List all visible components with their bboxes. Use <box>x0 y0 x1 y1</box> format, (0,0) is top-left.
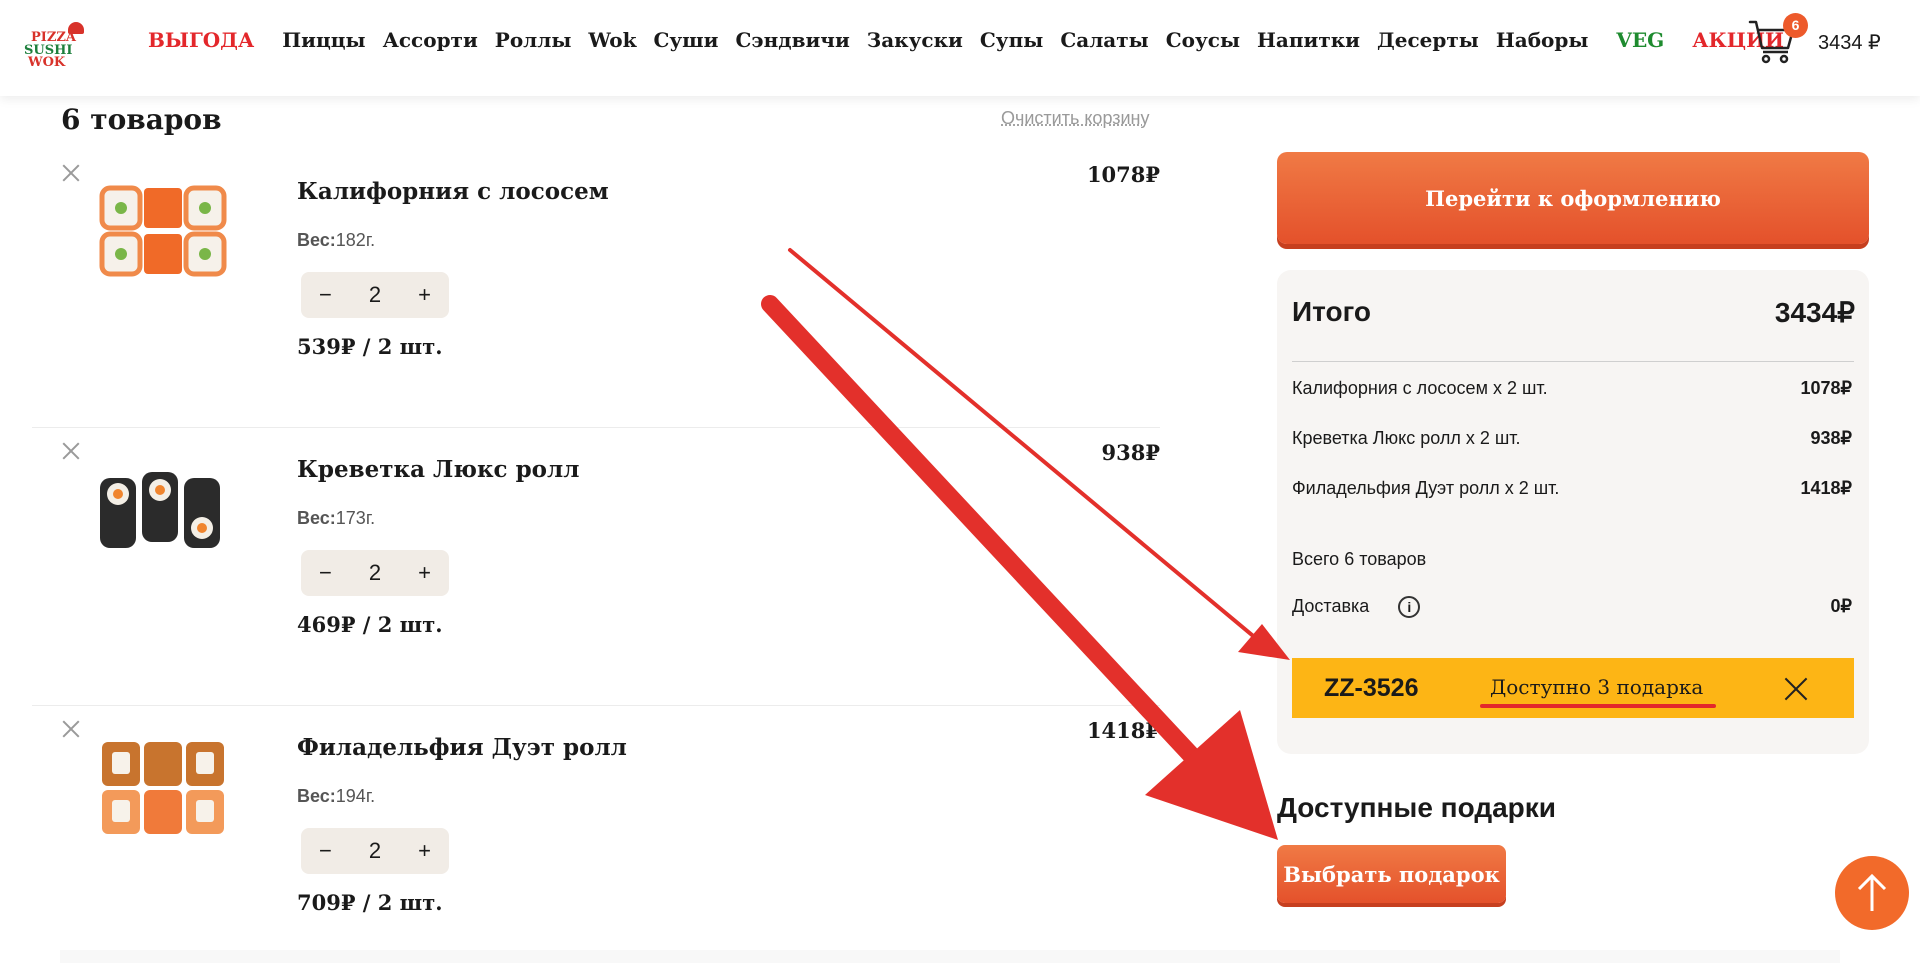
delivery-label: Доставка <box>1292 596 1370 616</box>
close-icon[interactable] <box>1784 677 1808 701</box>
order-summary: Итого 3434₽ Калифорния с лососем x 2 шт.… <box>1277 270 1869 754</box>
delivery-line: Доставка i 0₽ <box>1292 596 1852 619</box>
item-price: 938₽ <box>1101 440 1160 465</box>
increase-button[interactable]: + <box>418 282 431 308</box>
total-value: 3434₽ <box>1774 297 1855 328</box>
summary-line-value: 1078₽ <box>1800 378 1853 398</box>
nav-rolls[interactable]: Роллы <box>495 28 572 52</box>
cart-total[interactable]: 3434 ₽ <box>1818 30 1881 55</box>
summary-line: Креветка Люкс ролл x 2 шт. 938₽ <box>1292 428 1852 449</box>
summary-line: Калифорния с лососем x 2 шт. 1078₽ <box>1292 378 1852 399</box>
promo-highlight-underline <box>1480 704 1716 708</box>
nav-wok[interactable]: Wok <box>588 28 636 52</box>
summary-line-label: Калифорния с лососем x 2 шт. <box>1292 378 1548 398</box>
summary-line-label: Креветка Люкс ролл x 2 шт. <box>1292 428 1521 448</box>
delivery-value: 0₽ <box>1830 596 1852 616</box>
remove-item-icon[interactable] <box>62 164 80 182</box>
unit-price: 539₽ / 2 шт. <box>297 334 443 359</box>
remove-item-icon[interactable] <box>62 442 80 460</box>
cart-item: Креветка Люкс ролл Вес:173г. − 2 + 469₽ … <box>32 428 1160 706</box>
info-icon[interactable]: i <box>1398 596 1421 619</box>
quantity-stepper: − 2 + <box>301 828 449 874</box>
product-image-california <box>99 185 227 277</box>
nav-vygoda[interactable]: ВЫГОДА <box>148 28 254 52</box>
summary-divider <box>1292 361 1854 362</box>
quantity-value: 2 <box>368 560 382 585</box>
remove-item-icon[interactable] <box>62 720 80 738</box>
nav-sauces[interactable]: Соусы <box>1166 28 1240 52</box>
product-name[interactable]: Креветка Люкс ролл <box>297 456 579 483</box>
nav-assorti[interactable]: Ассорти <box>383 28 478 52</box>
increase-button[interactable]: + <box>418 838 431 864</box>
product-image-shrimp <box>100 472 220 548</box>
decrease-button[interactable]: − <box>319 282 332 308</box>
summary-line-value: 1418₽ <box>1800 478 1853 498</box>
cart-item: Филадельфия Дуэт ролл Вес:194г. − 2 + 70… <box>32 706 1160 951</box>
nav-soups[interactable]: Супы <box>980 28 1043 52</box>
nav-pizza[interactable]: Пиццы <box>282 28 365 52</box>
gifts-title: Доступные подарки <box>1277 792 1556 823</box>
product-name[interactable]: Филадельфия Дуэт ролл <box>297 734 627 761</box>
site-logo[interactable]: PIZZA SUSHI WOK <box>22 20 84 72</box>
items-total: Всего 6 товаров <box>1292 549 1427 569</box>
nav-sandwiches[interactable]: Сэндвичи <box>736 28 850 52</box>
nav-veg[interactable]: VEG <box>1616 28 1664 52</box>
checkout-button[interactable]: Перейти к оформлению <box>1277 152 1869 244</box>
summary-line-value: 938₽ <box>1810 428 1852 448</box>
unit-price: 709₽ / 2 шт. <box>297 890 443 915</box>
scroll-top-button[interactable] <box>1835 856 1909 930</box>
quantity-stepper: − 2 + <box>301 550 449 596</box>
product-image-philadelphia <box>102 742 224 834</box>
total-label: Итого <box>1292 296 1371 327</box>
product-weight: Вес:194г. <box>297 786 376 806</box>
cart-item: Калифорния с лососем Вес:182г. − 2 + 539… <box>32 150 1160 428</box>
nav-sets[interactable]: Наборы <box>1496 28 1589 52</box>
nav-salads[interactable]: Салаты <box>1060 28 1148 52</box>
promo-code: ZZ-3526 <box>1324 674 1419 702</box>
arrow-up-icon <box>1857 873 1887 911</box>
site-header: PIZZA SUSHI WOK ВЫГОДА Пиццы Ассорти Рол… <box>0 0 1920 96</box>
clear-cart-link[interactable]: Очистить корзину <box>1001 108 1150 129</box>
quantity-value: 2 <box>368 282 382 307</box>
summary-line-label: Филадельфия Дуэт ролл x 2 шт. <box>1292 478 1560 498</box>
unit-price: 469₽ / 2 шт. <box>297 612 443 637</box>
product-weight: Вес:173г. <box>297 508 376 528</box>
item-price: 1418₽ <box>1086 718 1160 743</box>
thick-arrow-head <box>1145 710 1278 840</box>
nav-sushi[interactable]: Суши <box>653 28 718 52</box>
quantity-stepper: − 2 + <box>301 272 449 318</box>
cart-count-badge: 6 <box>1783 13 1808 38</box>
product-name[interactable]: Калифорния с лососем <box>297 178 609 205</box>
decrease-button[interactable]: − <box>319 560 332 586</box>
nav-drinks[interactable]: Напитки <box>1257 28 1360 52</box>
product-weight: Вес:182г. <box>297 230 376 250</box>
choose-gift-button[interactable]: Выбрать подарок <box>1277 845 1506 903</box>
quantity-value: 2 <box>368 838 382 863</box>
main-nav: ВЫГОДА Пиццы Ассорти Роллы Wok Суши Сэнд… <box>148 28 1801 52</box>
nav-desserts[interactable]: Десерты <box>1377 28 1479 52</box>
promo-code-banner: ZZ-3526 Доступно 3 подарка <box>1292 658 1854 718</box>
bottom-strip <box>60 950 1840 963</box>
promo-gift-text: Доступно 3 подарка <box>1490 675 1704 699</box>
increase-button[interactable]: + <box>418 560 431 586</box>
nav-snacks[interactable]: Закуски <box>867 28 963 52</box>
item-price: 1078₽ <box>1086 162 1160 187</box>
decrease-button[interactable]: − <box>319 838 332 864</box>
summary-line: Филадельфия Дуэт ролл x 2 шт. 1418₽ <box>1292 478 1852 499</box>
cart-count-title: 6 товаров <box>61 103 222 136</box>
